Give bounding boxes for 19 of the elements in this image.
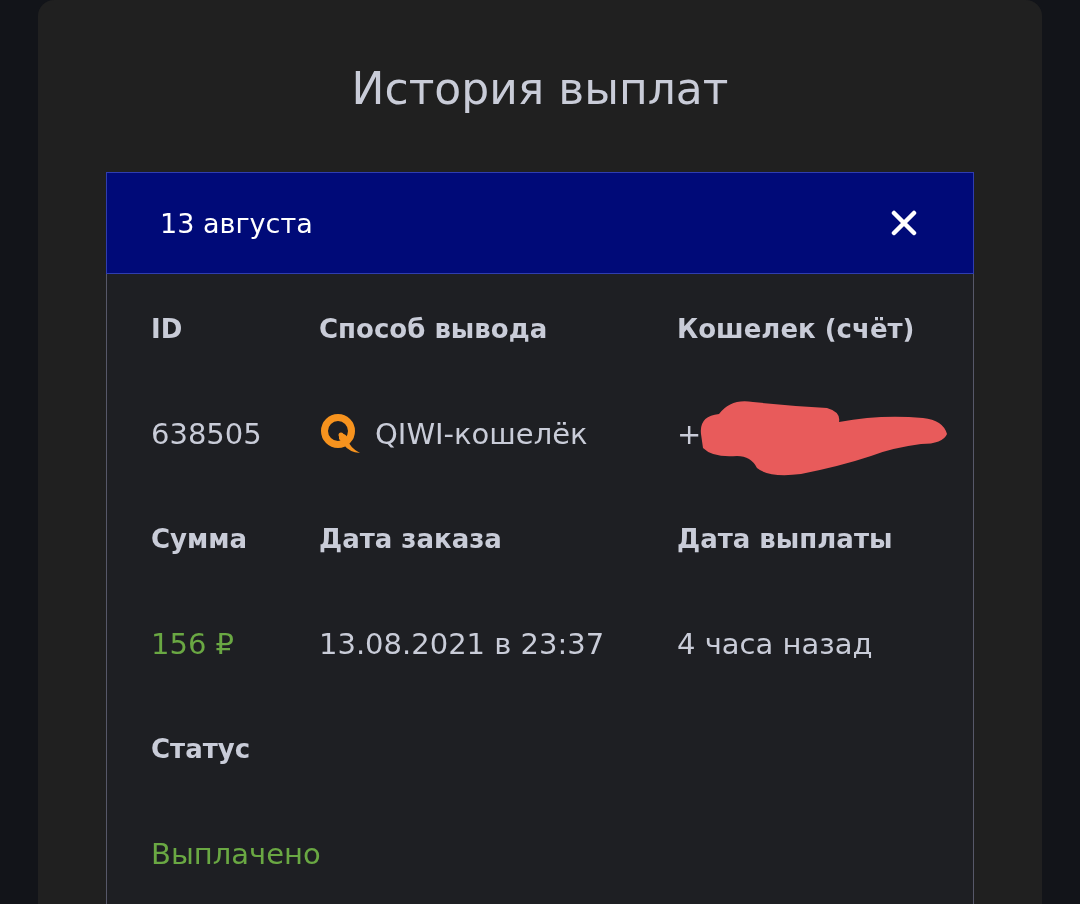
field-value: 638505 bbox=[151, 416, 262, 453]
status-value: Выплачено bbox=[151, 836, 321, 873]
payout-date: 13 августа bbox=[160, 207, 313, 239]
qiwi-logo-icon bbox=[319, 412, 361, 456]
page-title: История выплат bbox=[351, 62, 729, 116]
field-label: Кошелек (счёт) bbox=[677, 313, 915, 346]
field-label: Дата заказа bbox=[319, 523, 502, 556]
close-icon bbox=[891, 210, 917, 236]
field-label: Способ вывода bbox=[319, 313, 548, 346]
field-label: Сумма bbox=[151, 523, 248, 556]
field-value: 4 часа назад bbox=[677, 626, 873, 663]
amount-value: 156 ₽ bbox=[151, 626, 235, 663]
field-value: QIWI-кошелёк bbox=[375, 416, 588, 453]
field-label: Статус bbox=[151, 733, 251, 766]
field-label: ID bbox=[151, 313, 183, 346]
field-label: Дата выплаты bbox=[677, 523, 893, 556]
field-value: 13.08.2021 в 23:37 bbox=[319, 626, 605, 663]
close-button[interactable] bbox=[891, 210, 917, 236]
field-value: + bbox=[677, 416, 702, 453]
